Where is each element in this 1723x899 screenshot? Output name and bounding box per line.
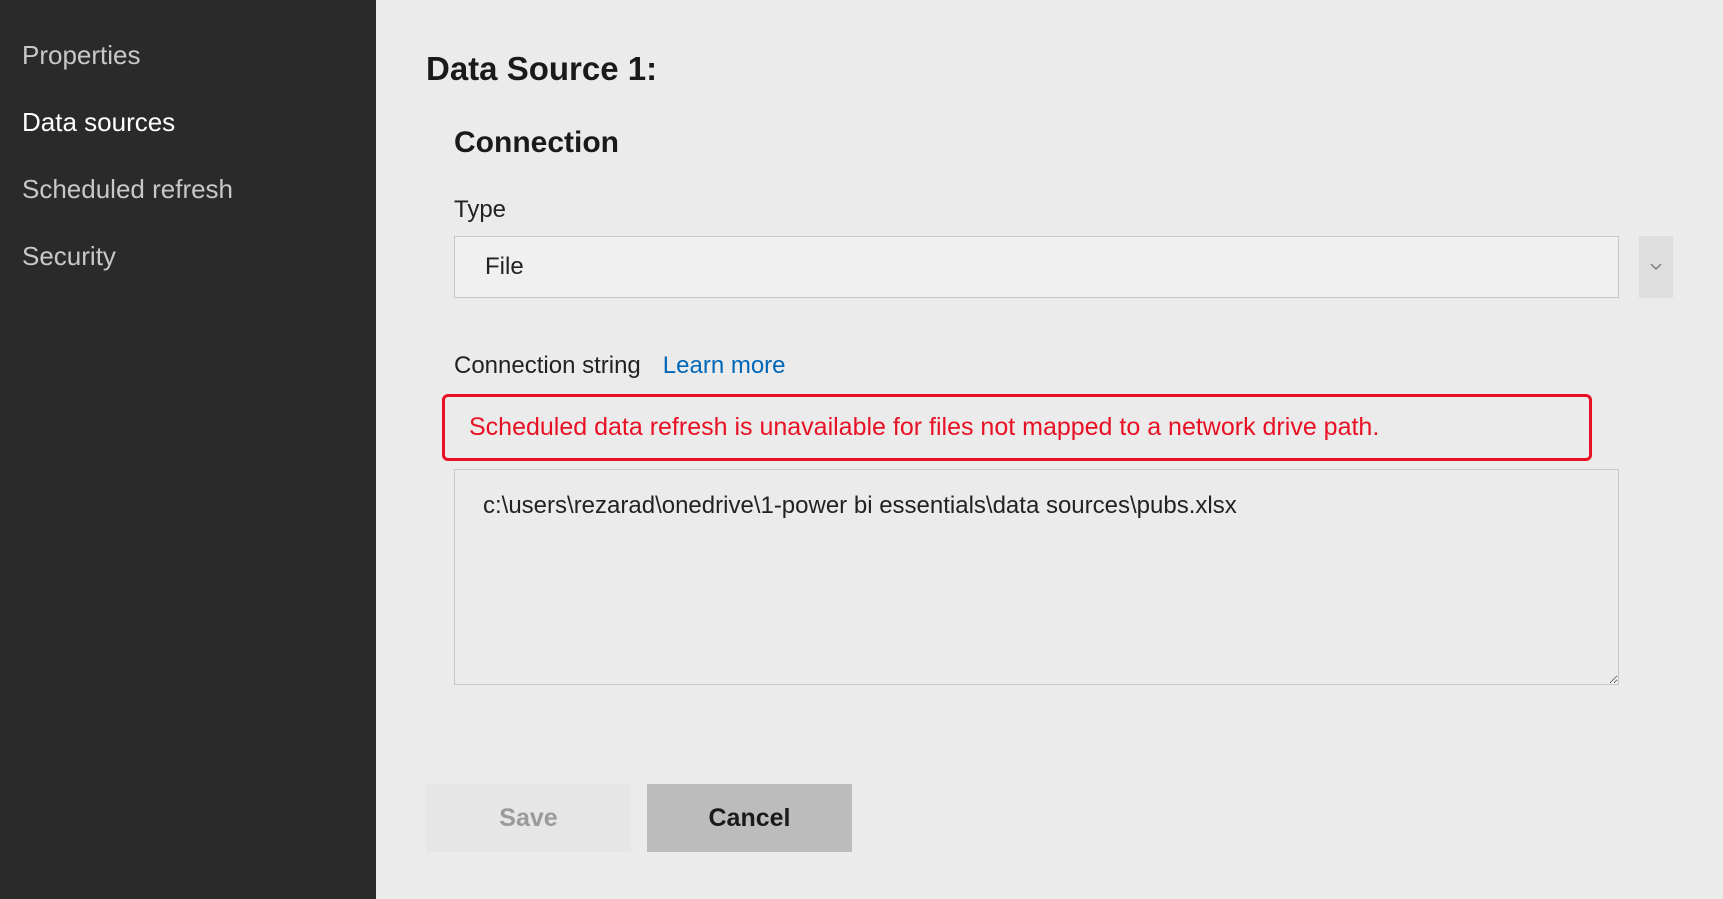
sidebar-item-scheduled-refresh[interactable]: Scheduled refresh bbox=[0, 156, 376, 223]
main-content: Data Source 1: Connection Type File Conn… bbox=[376, 0, 1723, 899]
type-select[interactable]: File bbox=[454, 236, 1619, 298]
sidebar-item-properties[interactable]: Properties bbox=[0, 22, 376, 89]
field-type: Type File bbox=[454, 196, 1673, 298]
error-message: Scheduled data refresh is unavailable fo… bbox=[442, 394, 1592, 461]
connection-string-label: Connection string bbox=[454, 352, 641, 380]
sidebar: Properties Data sources Scheduled refres… bbox=[0, 0, 376, 899]
type-label: Type bbox=[454, 196, 1673, 224]
field-connection-string: Connection string Learn more Scheduled d… bbox=[454, 352, 1673, 690]
page-title: Data Source 1: bbox=[426, 50, 1673, 88]
type-select-wrap: File bbox=[454, 236, 1673, 298]
section-title-connection: Connection bbox=[454, 126, 1673, 160]
connection-string-input[interactable] bbox=[454, 469, 1619, 685]
chevron-down-icon bbox=[1639, 236, 1673, 298]
button-row: Save Cancel bbox=[426, 784, 1673, 852]
save-button[interactable]: Save bbox=[426, 784, 631, 852]
cancel-button[interactable]: Cancel bbox=[647, 784, 852, 852]
sidebar-item-data-sources[interactable]: Data sources bbox=[0, 89, 376, 156]
learn-more-link[interactable]: Learn more bbox=[663, 352, 786, 380]
sidebar-item-security[interactable]: Security bbox=[0, 223, 376, 290]
